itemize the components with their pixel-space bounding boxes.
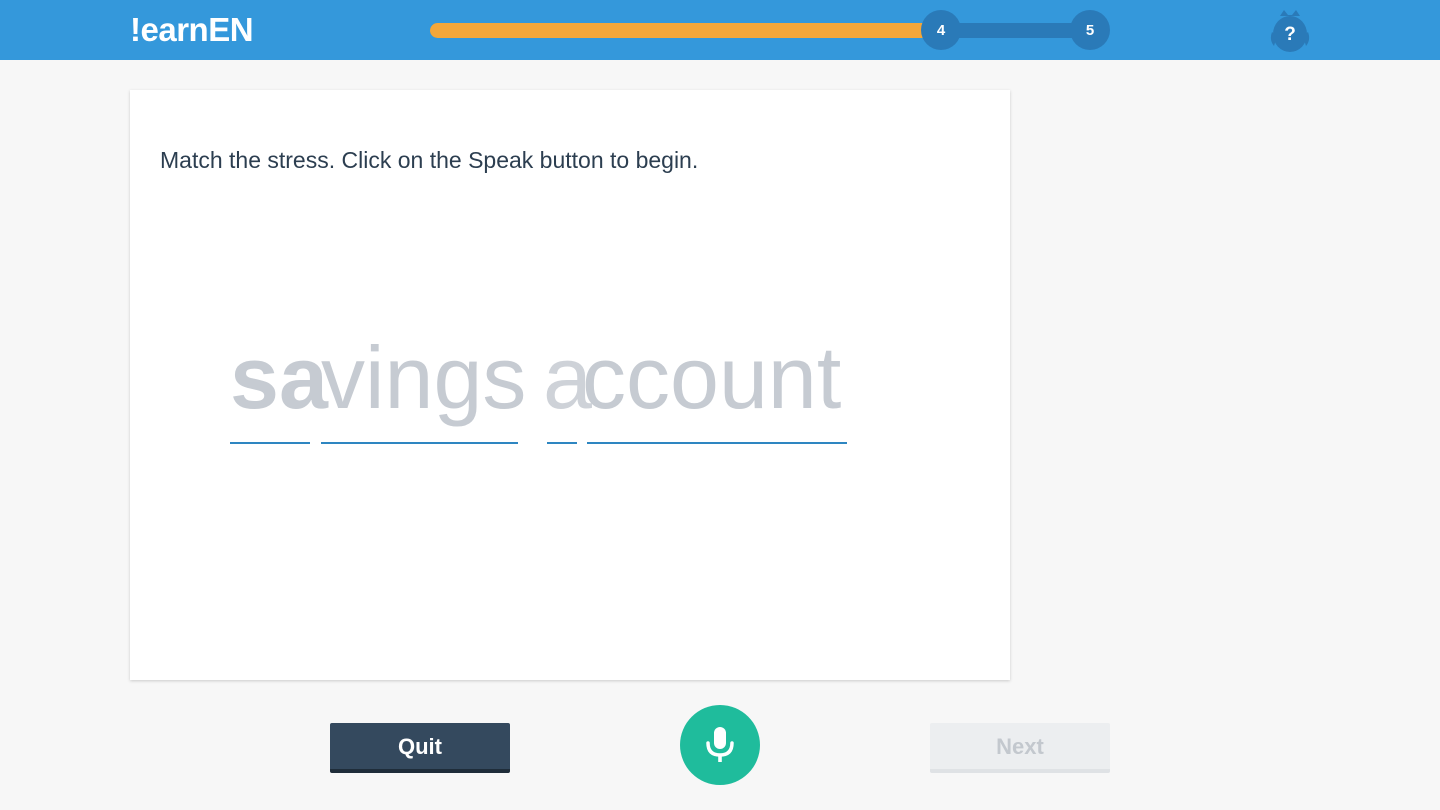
quit-button[interactable]: Quit [330,723,510,773]
next-button[interactable]: Next [930,723,1110,773]
syllable-underline-ccount [587,442,847,444]
progress-step-next: 5 [1070,10,1110,50]
top-bar: !earnEN 4 5 ? [0,0,1440,60]
help-button[interactable]: ? [1268,6,1312,54]
progress-step-current: 4 [921,10,961,50]
progress-bar [430,23,1090,38]
syllable-underline-sa [230,442,310,444]
syllable-underline-a [547,442,577,444]
svg-text:?: ? [1284,24,1296,45]
syllable-ccount: ccount [582,328,842,427]
syllable-vings: vings [321,328,527,427]
microphone-icon [706,727,734,762]
exercise-card: Match the stress. Click on the Speak but… [130,90,1010,680]
syllable-sa: sa [230,328,328,427]
progress-fill [430,23,938,38]
stress-phrase: sa vings a ccount [130,90,1010,680]
syllable-underline-vings [321,442,518,444]
app-logo: !earnEN [130,11,254,48]
speak-button[interactable] [680,705,760,785]
owl-question-icon: ? [1270,10,1310,52]
